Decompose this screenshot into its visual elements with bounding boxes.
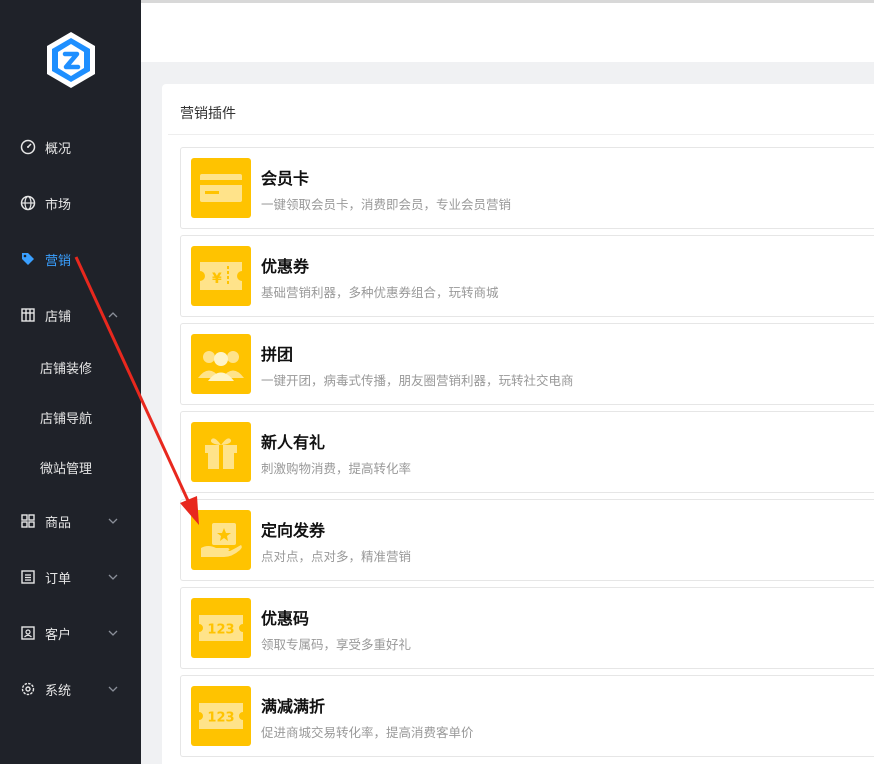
sidebar-subitem-decoration[interactable]: 店铺装修 [40, 355, 92, 379]
plugin-card-coupon[interactable]: ¥ 优惠券 基础营销利器，多种优惠券组合，玩转商城 [180, 235, 874, 317]
plugin-description: 基础营销利器，多种优惠券组合，玩转商城 [261, 285, 499, 300]
logo-icon[interactable] [44, 30, 98, 90]
plugin-card-newcomer-gift[interactable]: 新人有礼 刺激购物消费，提高转化率 [180, 411, 874, 493]
sidebar-item-label: 市场 [45, 197, 72, 213]
plugin-card-targeted-coupon[interactable]: 定向发券 点对点，点对多，精准营销 [180, 499, 874, 581]
plugin-title: 满减满折 [261, 697, 326, 716]
plugin-title: 新人有礼 [261, 433, 326, 452]
plugin-title: 优惠码 [261, 609, 310, 628]
sidebar-item-label: 订单 [45, 571, 72, 587]
membership-card-icon [191, 158, 251, 218]
plugin-card-discount[interactable]: 123 满减满折 促进商城交易转化率，提高消费客单价 [180, 675, 874, 757]
chevron-down-icon [108, 686, 118, 692]
sidebar-item-system[interactable]: 系统 [0, 674, 141, 704]
sidebar: 概况 市场 营销 店铺 店铺装修 店铺导航 微站管理 商品 订单 客户 系统 [0, 0, 141, 764]
sidebar-item-products[interactable]: 商品 [0, 506, 141, 536]
plugin-title: 会员卡 [261, 169, 310, 188]
coupon-icon: ¥ [191, 246, 251, 306]
discount-badge: 123 [207, 711, 234, 726]
sidebar-item-market[interactable]: 市场 [0, 188, 141, 218]
plugin-description: 刺激购物消费，提高转化率 [261, 461, 412, 476]
sidebar-item-store[interactable]: 店铺 [0, 300, 141, 330]
gear-icon [20, 681, 36, 697]
panel-title: 营销插件 [180, 106, 236, 122]
plugin-description: 点对点，点对多，精准营销 [261, 549, 412, 564]
store-icon [20, 307, 36, 323]
sidebar-item-label: 概况 [45, 141, 72, 157]
sidebar-item-label: 营销 [45, 253, 72, 269]
targeted-coupon-icon [191, 510, 251, 570]
contact-icon [20, 625, 36, 641]
plugin-title: 拼团 [261, 345, 294, 364]
sidebar-subitem-navigation[interactable]: 店铺导航 [40, 405, 92, 429]
sidebar-item-label: 店铺 [45, 309, 72, 325]
top-header [141, 0, 874, 62]
plugin-card-promo-code[interactable]: 123 优惠码 领取专属码，享受多重好礼 [180, 587, 874, 669]
sidebar-item-label: 系统 [45, 683, 72, 699]
plugin-title: 定向发券 [261, 521, 326, 540]
tag-icon [20, 251, 36, 267]
gift-icon [191, 422, 251, 482]
plugin-title: 优惠券 [261, 257, 310, 276]
sidebar-item-label: 客户 [45, 627, 72, 643]
globe-icon [20, 195, 36, 211]
sidebar-item-marketing[interactable]: 营销 [0, 244, 141, 274]
gauge-icon [20, 139, 36, 155]
sidebar-item-orders[interactable]: 订单 [0, 562, 141, 592]
plugin-card-membership[interactable]: 会员卡 一键领取会员卡，消费即会员，专业会员营销 [180, 147, 874, 229]
grid-icon [20, 513, 36, 529]
sidebar-item-overview[interactable]: 概况 [0, 132, 141, 162]
svg-text:¥: ¥ [212, 271, 222, 287]
marketing-plugins-panel: 营销插件 会员卡 一键领取会员卡，消费即会员，专业会员营销 ¥ 优惠券 基础营销… [162, 84, 874, 764]
chevron-down-icon [108, 518, 118, 524]
chevron-up-icon [108, 312, 118, 318]
plugin-card-group-buy[interactable]: 拼团 一键开团，病毒式传播，朋友圈营销利器，玩转社交电商 [180, 323, 874, 405]
promo-code-badge: 123 [207, 623, 234, 638]
sidebar-subitem-microsite[interactable]: 微站管理 [40, 455, 92, 479]
sidebar-item-customers[interactable]: 客户 [0, 618, 141, 648]
plugin-description: 领取专属码，享受多重好礼 [261, 637, 412, 652]
group-buy-icon [191, 334, 251, 394]
plugin-description: 一键领取会员卡，消费即会员，专业会员营销 [261, 197, 512, 212]
list-icon [20, 569, 36, 585]
sidebar-item-label: 商品 [45, 515, 72, 531]
divider [168, 134, 874, 135]
plugin-description: 促进商城交易转化率，提高消费客单价 [261, 725, 474, 740]
chevron-down-icon [108, 630, 118, 636]
chevron-down-icon [108, 574, 118, 580]
plugin-description: 一键开团，病毒式传播，朋友圈营销利器，玩转社交电商 [261, 373, 574, 388]
discount-icon: 123 [191, 686, 251, 746]
promo-code-icon: 123 [191, 598, 251, 658]
